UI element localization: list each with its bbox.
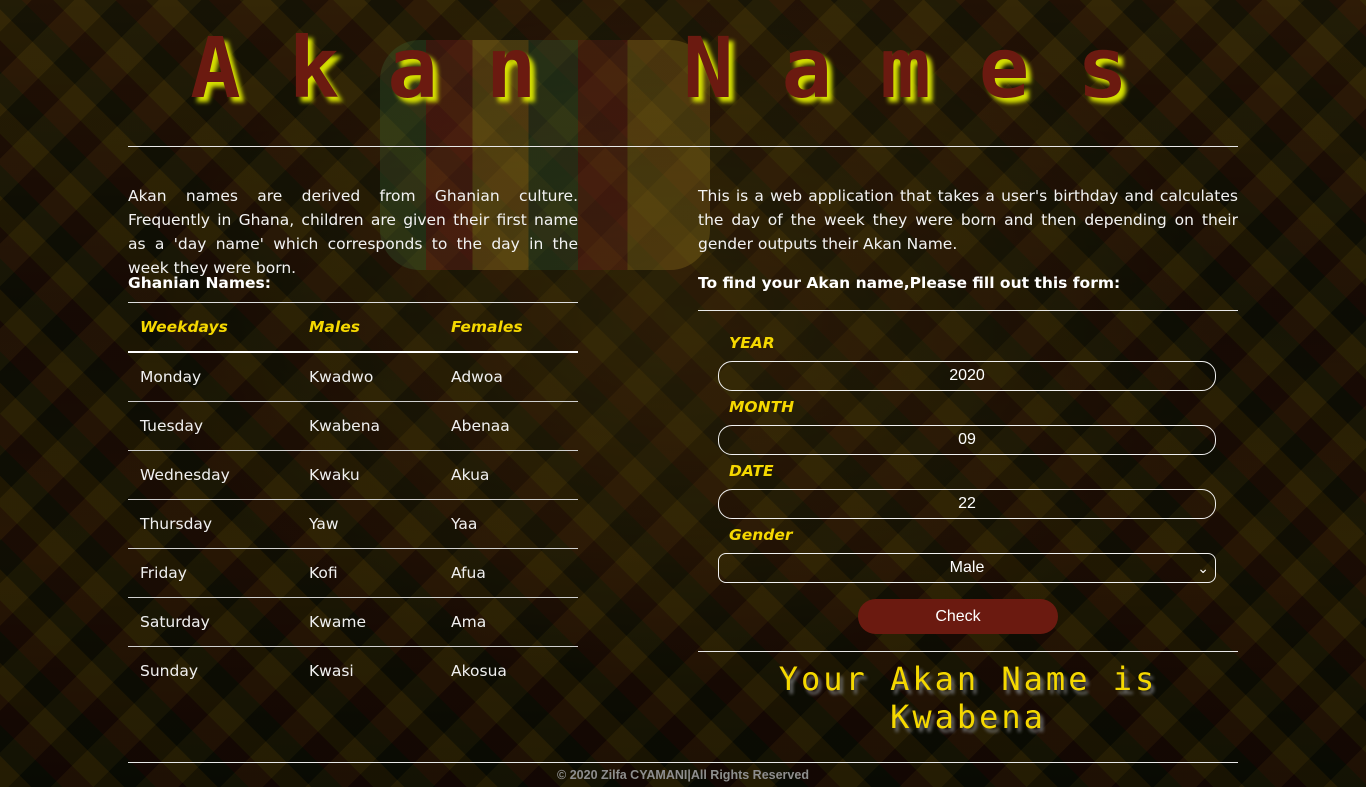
female-name-cell: Afua — [439, 548, 578, 598]
akan-name-result: Your Akan Name is Kwabena — [778, 660, 1158, 736]
page-title: Akan Names — [190, 19, 1176, 117]
table-row: Friday Kofi Afua — [128, 548, 578, 598]
table-row: Sunday Kwasi Akosua — [128, 647, 578, 696]
female-name-cell: Abenaa — [439, 401, 578, 451]
male-name-cell: Kofi — [297, 548, 439, 598]
date-input[interactable]: 22 — [718, 489, 1216, 519]
male-name-cell: Kwadwo — [297, 352, 439, 402]
header-females: Females — [439, 302, 578, 353]
table-row: Saturday Kwame Ama — [128, 597, 578, 647]
form-top-divider — [698, 310, 1238, 311]
result-divider — [698, 651, 1238, 652]
page: Akan Names Akan names are derived from G… — [0, 0, 1366, 787]
month-input[interactable]: 09 — [718, 425, 1216, 455]
year-label: YEAR — [729, 334, 775, 352]
header-males: Males — [297, 302, 439, 353]
check-button[interactable]: Check — [858, 599, 1058, 634]
table-row: Wednesday Kwaku Akua — [128, 450, 578, 500]
weekday-cell: Tuesday — [128, 401, 297, 451]
male-name-cell: Kwasi — [309, 662, 354, 680]
footer-copyright: © 2020 Zilfa CYAMANI|All Rights Reserved — [557, 768, 809, 782]
chevron-down-icon: ⌄ — [1197, 560, 1209, 576]
male-name-cell: Yaw — [297, 499, 439, 549]
table-row: Tuesday Kwabena Abenaa — [128, 401, 578, 451]
male-name-cell: Kwame — [297, 597, 439, 647]
weekday-cell: Saturday — [128, 597, 297, 647]
header-weekdays: Weekdays — [128, 302, 297, 353]
gender-selected-value: Male — [949, 559, 985, 576]
table-row: Thursday Yaw Yaa — [128, 499, 578, 549]
month-label: MONTH — [729, 398, 795, 416]
weekday-cell: Thursday — [128, 499, 297, 549]
form-instructions: To find your Akan name,Please fill out t… — [698, 274, 1121, 292]
weekday-cell: Monday — [128, 352, 297, 402]
ghanian-names-heading: Ghanian Names: — [128, 274, 271, 292]
footer-divider — [128, 762, 1238, 763]
female-name-cell: Ama — [439, 597, 578, 647]
names-table: Weekdays Males Females Monday Kwadwo Adw… — [128, 302, 578, 695]
male-name-cell: Kwabena — [297, 401, 439, 451]
table-header-row: Weekdays Males Females — [128, 302, 578, 353]
weekday-cell: Friday — [128, 548, 297, 598]
female-name-cell: Yaa — [439, 499, 578, 549]
app-description-text: This is a web application that takes a u… — [698, 187, 1238, 253]
weekday-cell: Wednesday — [128, 450, 297, 500]
female-name-cell: Adwoa — [439, 352, 578, 402]
weekday-cell: Sunday — [140, 662, 198, 680]
year-input[interactable]: 2020 — [718, 361, 1216, 391]
title-divider — [128, 146, 1238, 147]
table-row: Monday Kwadwo Adwoa — [128, 352, 578, 402]
female-name-cell: Akosua — [451, 662, 507, 680]
akan-intro-text: Akan names are derived from Ghanian cult… — [128, 187, 578, 277]
gender-label: Gender — [729, 526, 793, 544]
date-label: DATE — [729, 462, 774, 480]
female-name-cell: Akua — [439, 450, 578, 500]
gender-select[interactable]: Male ⌄ — [718, 553, 1216, 583]
male-name-cell: Kwaku — [297, 450, 439, 500]
